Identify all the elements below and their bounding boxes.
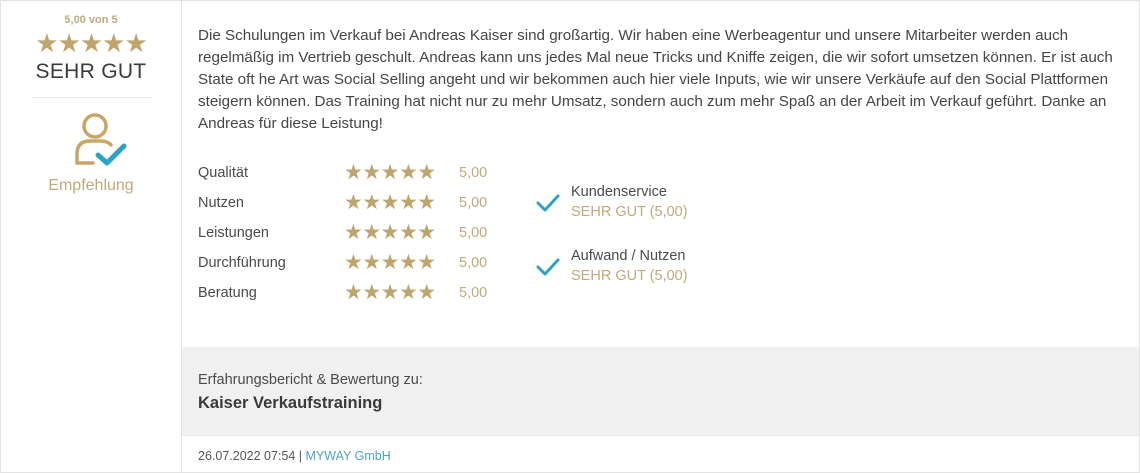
badge-title: Aufwand / Nutzen (571, 248, 686, 264)
rating-value: 5,00 (459, 255, 488, 271)
rating-row-qualitaet: Qualität ★★★★★ 5,00 (198, 161, 518, 191)
badge-title: Kundenservice (571, 184, 667, 200)
user-check-icon (75, 113, 127, 166)
footer-divider (182, 435, 1139, 436)
rating-row-beratung: Beratung ★★★★★ 5,00 (198, 281, 518, 311)
rating-name: Nutzen (198, 195, 244, 211)
rating-row-nutzen: Nutzen ★★★★★ 5,00 (198, 191, 518, 221)
recommend-label: Empfehlung (48, 177, 134, 194)
rating-summary: 5,00 von 5 ★★★★★ SEHR GUT Empfehlung (1, 1, 182, 472)
rating-row-leistungen: Leistungen ★★★★★ 5,00 (198, 221, 518, 251)
badge-value: SEHR GUT (5,00) (571, 204, 688, 220)
rating-stars: ★★★★★ (344, 281, 436, 304)
rating-value: 5,00 (459, 225, 488, 241)
checkmark-icon (536, 194, 560, 212)
rating-name: Beratung (198, 285, 257, 301)
review-meta: 26.07.2022 07:54 | MYWAY GmbH (198, 449, 391, 463)
rating-value: 5,00 (459, 195, 488, 211)
meta-separator: | (295, 449, 306, 463)
badge-aufwand-nutzen: Aufwand / Nutzen SEHR GUT (5,00) (536, 247, 756, 311)
rating-name: Durchführung (198, 255, 286, 271)
review-text: Die Schulungen im Verkauf bei Andreas Ka… (198, 27, 1113, 132)
badge-kundenservice: Kundenservice SEHR GUT (5,00) (536, 183, 756, 247)
rating-value: 5,00 (459, 285, 488, 301)
service-badges: Kundenservice SEHR GUT (5,00) Aufwand / … (536, 183, 756, 311)
score-label: 5,00 von 5 (64, 14, 118, 26)
checkmark-icon (536, 258, 560, 276)
rating-stars: ★★★★★ (344, 221, 436, 244)
review-card: 5,00 von 5 ★★★★★ SEHR GUT Empfehlung Die… (0, 0, 1140, 473)
rating-row-durchfuehrung: Durchführung ★★★★★ 5,00 (198, 251, 518, 281)
rating-stars: ★★★★★ (344, 161, 436, 184)
overall-stars: ★★★★★ (35, 28, 148, 58)
rating-name: Qualität (198, 165, 248, 181)
badge-value: SEHR GUT (5,00) (571, 268, 688, 284)
reviewed-product-name: Kaiser Verkaufstraining (198, 394, 383, 412)
rating-stars: ★★★★★ (344, 191, 436, 214)
review-datetime: 26.07.2022 07:54 (198, 449, 296, 463)
criteria-ratings: Qualität ★★★★★ 5,00 Nutzen ★★★★★ 5,00 Le… (198, 161, 518, 311)
overall-verdict: SEHR GUT (35, 60, 147, 83)
review-author-link[interactable]: MYWAY GmbH (306, 449, 391, 463)
summary-divider (32, 97, 152, 98)
rating-stars: ★★★★★ (344, 251, 436, 274)
reviewed-product-caption: Erfahrungsbericht & Bewertung zu: (198, 372, 423, 388)
rating-name: Leistungen (198, 225, 269, 241)
rating-value: 5,00 (459, 165, 488, 181)
reviewed-product-panel: Erfahrungsbericht & Bewertung zu: Kaiser… (182, 347, 1139, 435)
